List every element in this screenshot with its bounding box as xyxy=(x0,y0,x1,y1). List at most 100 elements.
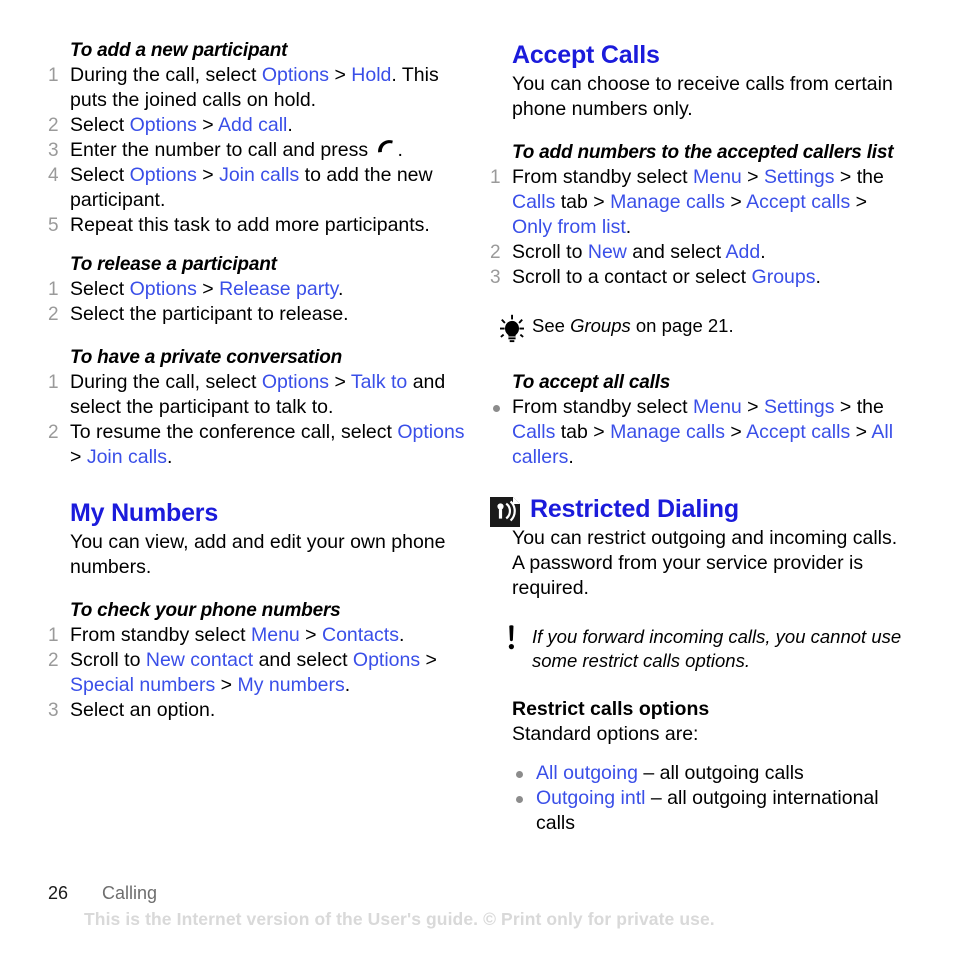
inline-menu-term[interactable]: Add xyxy=(726,241,761,263)
inline-text: Repeat this task to add more participant… xyxy=(70,214,430,236)
steps-add-participant: 1 During the call, select Options > Hold.… xyxy=(48,63,468,238)
step-item: 1 During the call, select Options > Talk … xyxy=(48,370,468,420)
inline-text: Scroll to xyxy=(512,241,588,263)
tip-note-groups: See Groups on page 21. xyxy=(490,314,910,343)
page-number: 26 xyxy=(48,883,69,903)
inline-text: Select xyxy=(70,164,130,186)
user-guide-page: To add a new participant 1 During the cal… xyxy=(0,0,954,954)
inline-menu-term[interactable]: Options xyxy=(130,164,197,186)
step-text: Scroll to a contact or select Groups. xyxy=(512,266,821,288)
inline-menu-term[interactable]: Settings xyxy=(764,166,834,188)
inline-text: During the call, select xyxy=(70,371,262,393)
inline-menu-term[interactable]: Options xyxy=(262,371,329,393)
inline-menu-term[interactable]: Release party xyxy=(219,278,338,300)
task-heading-accept-all-calls: To accept all calls xyxy=(512,372,671,393)
lightbulb-tip-icon xyxy=(498,314,526,344)
step-number: 1 xyxy=(490,167,501,188)
inline-menu-term[interactable]: Options xyxy=(397,421,464,443)
steps-private-conversation: 1 During the call, select Options > Talk … xyxy=(48,370,468,470)
inline-menu-term[interactable]: Join calls xyxy=(87,446,167,468)
inline-menu-term[interactable]: Options xyxy=(262,64,329,86)
step-text: During the call, select Options > Talk t… xyxy=(70,371,445,418)
step-item: 2 Scroll to New contact and select Option… xyxy=(48,648,468,698)
inline-text: Select the participant to release. xyxy=(70,303,349,325)
inline-text: > xyxy=(741,166,764,188)
inline-menu-term[interactable]: Accept calls xyxy=(746,191,850,213)
left-column: To add a new participant 1 During the cal… xyxy=(48,40,468,723)
step-text: Select Options > Join calls to add the n… xyxy=(70,164,433,211)
inline-text: . xyxy=(397,139,403,161)
inline-text: > xyxy=(299,624,322,646)
section-heading-accept-calls: Accept Calls xyxy=(512,41,660,69)
inline-menu-term[interactable]: Join calls xyxy=(219,164,299,186)
inline-menu-term[interactable]: Only from list xyxy=(512,216,626,238)
inline-text: > the xyxy=(834,166,884,188)
inline-text: Select xyxy=(70,278,130,300)
inline-menu-term[interactable]: All outgoing xyxy=(536,762,638,784)
inline-menu-term[interactable]: Contacts xyxy=(322,624,399,646)
inline-menu-term[interactable]: Calls xyxy=(512,421,555,443)
inline-text: on page 21. xyxy=(630,315,734,336)
tip-note-text: See Groups on page 21. xyxy=(532,315,734,336)
inline-menu-term[interactable]: Settings xyxy=(764,396,834,418)
inline-menu-term[interactable]: Manage calls xyxy=(610,421,725,443)
inline-text: From standby select xyxy=(512,396,693,418)
inline-menu-term[interactable]: New contact xyxy=(146,649,253,671)
inline-menu-term[interactable]: Options xyxy=(130,114,197,136)
inline-menu-term[interactable]: Outgoing intl xyxy=(536,787,646,809)
step-number: 2 xyxy=(48,650,59,671)
list-item-text: Outgoing intl – all outgoing internation… xyxy=(536,787,879,834)
inline-text: . xyxy=(625,216,632,238)
inline-text: > xyxy=(196,278,220,300)
step-item: 2 To resume the conference call, select O… xyxy=(48,420,468,470)
steps-release-participant: 1 Select Options > Release party. 2 Select … xyxy=(48,277,468,327)
inline-text: Scroll to xyxy=(70,649,146,671)
inline-menu-term[interactable]: Talk to xyxy=(351,371,407,393)
step-item: 1 During the call, select Options > Hold.… xyxy=(48,63,468,113)
bullet-dot-icon xyxy=(516,796,523,803)
step-item: 1 From standby select Menu > Contacts. xyxy=(48,623,468,648)
list-item: All outgoing – all outgoing calls xyxy=(490,761,910,786)
restricted-dialing-icon xyxy=(490,497,520,527)
inline-menu-term[interactable]: Options xyxy=(130,278,197,300)
inline-text: Select xyxy=(70,114,130,136)
task-heading-private-conversation: To have a private conversation xyxy=(70,347,343,368)
call-handset-icon xyxy=(377,140,393,153)
inline-text: > xyxy=(329,371,351,393)
subheading-restrict-calls-options: Restrict calls options xyxy=(512,698,710,720)
inline-menu-term[interactable]: Groups xyxy=(752,266,816,288)
step-item: 4 Select Options > Join calls to add the … xyxy=(48,163,468,213)
accept-calls-intro: You can choose to receive calls from cer… xyxy=(512,73,893,120)
inline-text: > xyxy=(196,114,218,136)
step-text: Select Options > Release party. xyxy=(70,278,343,300)
inline-menu-term[interactable]: Menu xyxy=(693,166,742,188)
footer-primary-line: 26 Calling xyxy=(48,883,908,904)
inline-menu-term[interactable]: My numbers xyxy=(237,674,344,696)
step-number: 3 xyxy=(48,700,59,721)
inline-menu-term[interactable]: Special numbers xyxy=(70,674,215,696)
inline-menu-term[interactable]: Add call xyxy=(218,114,287,136)
step-text: During the call, select Options > Hold. … xyxy=(70,64,439,111)
inline-menu-term[interactable]: Manage calls xyxy=(610,191,725,213)
inline-text: – all outgoing calls xyxy=(637,762,804,784)
inline-menu-term[interactable]: Hold xyxy=(351,64,391,86)
inline-menu-term[interactable]: Menu xyxy=(693,396,742,418)
step-text: To resume the conference call, select Op… xyxy=(70,421,465,468)
step-item: From standby select Menu > Settings > th… xyxy=(490,395,910,470)
inline-menu-term[interactable]: Accept calls xyxy=(746,421,850,443)
inline-text: To resume the conference call, select xyxy=(70,421,398,443)
inline-text: > xyxy=(741,396,764,418)
inline-menu-term[interactable]: Calls xyxy=(512,191,555,213)
step-number: 1 xyxy=(48,279,59,300)
inline-menu-term[interactable]: Menu xyxy=(251,624,300,646)
inline-menu-term[interactable]: New xyxy=(588,241,627,263)
step-text: From standby select Menu > Settings > th… xyxy=(512,396,893,468)
page-footer: 26 Calling This is the Internet version o… xyxy=(48,883,908,930)
step-number: 1 xyxy=(48,625,59,646)
inline-menu-term[interactable]: Options xyxy=(353,649,420,671)
